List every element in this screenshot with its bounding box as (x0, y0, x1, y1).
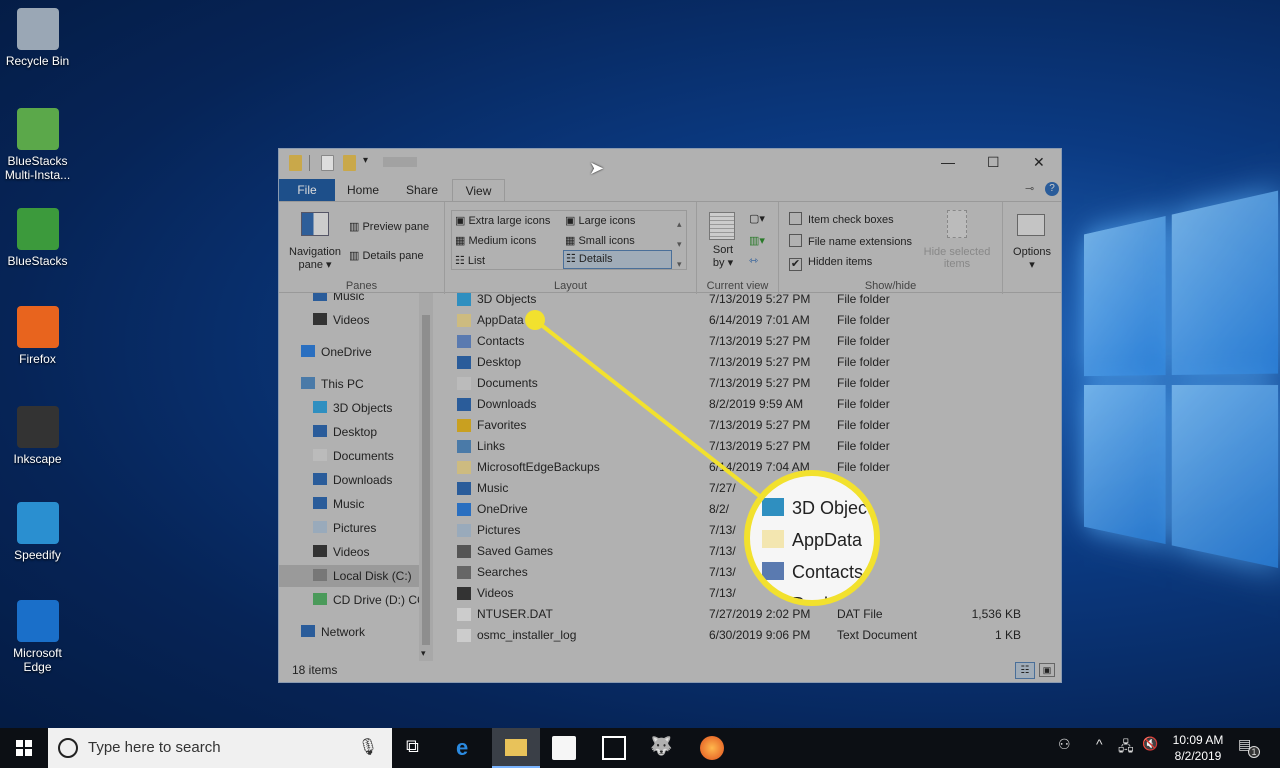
task-view-icon[interactable]: ⧉ (406, 736, 430, 760)
callout-item: Contacts (762, 562, 863, 583)
store-taskbar-icon[interactable] (552, 736, 576, 760)
taskbar: Type here to search 🎙 ⧉ e 🐺 ⚇ ^ 🖧 🔇 10:0… (0, 728, 1280, 768)
search-placeholder: Type here to search (88, 739, 221, 756)
callout-pointer (525, 310, 764, 500)
callout-item-label: Contacts (792, 562, 864, 582)
search-box[interactable]: Type here to search 🎙 (48, 728, 392, 768)
callout-item: AppData (762, 530, 862, 551)
callout-item-label: 3D Object: (792, 498, 878, 518)
folder-icon (762, 530, 784, 548)
network-tray-icon[interactable]: 🖧 (1118, 736, 1142, 760)
callout-item-label: AppData (792, 530, 863, 550)
show-hidden-icons[interactable]: ^ (1096, 736, 1120, 760)
callout-item: 3D Object: (762, 498, 878, 519)
gimp-taskbar-icon[interactable]: 🐺 (650, 736, 674, 760)
firefox-taskbar-icon[interactable] (700, 736, 724, 760)
people-icon[interactable]: ⚇ (1058, 736, 1082, 760)
mail-taskbar-icon[interactable] (602, 736, 626, 760)
microphone-icon[interactable]: 🎙 (358, 728, 378, 768)
3d-objects-icon (762, 498, 784, 516)
volume-muted-icon[interactable]: 🔇 (1142, 736, 1166, 760)
contacts-icon (762, 562, 784, 580)
action-center-icon[interactable]: ▤ 1 (1238, 736, 1262, 760)
start-button[interactable] (16, 740, 32, 756)
zoom-callout: 3D Object: AppData Contacts Deskt (744, 470, 880, 606)
edge-taskbar-icon[interactable]: e (456, 736, 480, 760)
file-explorer-taskbar-button[interactable] (492, 728, 540, 768)
cortana-icon (58, 738, 78, 758)
clock[interactable]: 10:09 AM 8/2/2019 (1170, 732, 1226, 764)
mouse-cursor-icon: ➤ (589, 158, 605, 178)
